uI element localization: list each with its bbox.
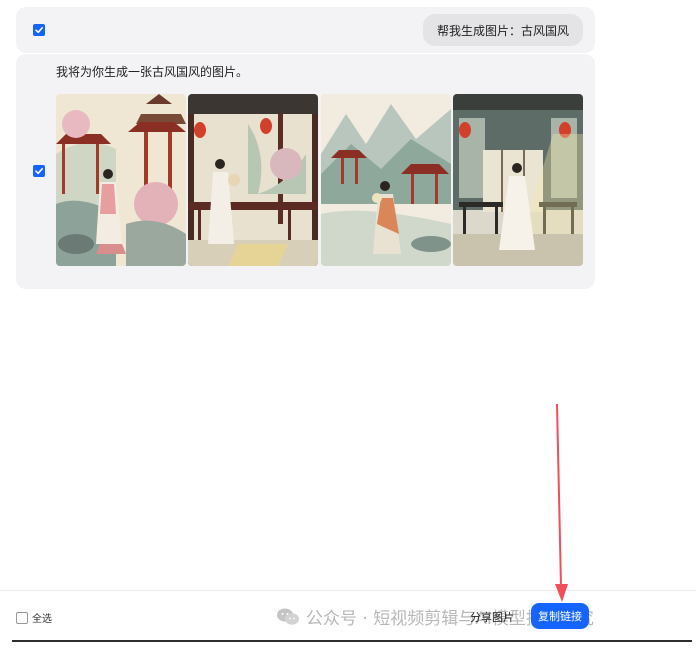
veranda-lantern-woman-fan-image (188, 94, 318, 266)
ancient-garden-pavilion-woman-image (56, 94, 186, 266)
assistant-message-row: 我将为你生成一张古风国风的图片。 (16, 54, 595, 289)
share-image-button[interactable]: 分享图片 (470, 609, 514, 625)
select-all-label: 全选 (32, 614, 52, 625)
select-user-message-checkbox[interactable] (33, 24, 45, 36)
select-assistant-message-checkbox[interactable] (33, 165, 45, 177)
wechat-icon (277, 608, 299, 625)
user-message-row: 帮我生成图片：古风国风 (16, 7, 595, 53)
assistant-message-text: 我将为你生成一张古风国风的图片。 (56, 65, 249, 79)
checkmark-icon (35, 168, 43, 175)
room-screen-woman-lantern-image (453, 94, 583, 266)
copy-link-button[interactable]: 复制链接 (531, 603, 589, 629)
select-all-checkbox[interactable] (16, 611, 28, 624)
user-prompt-bubble: 帮我生成图片：古风国风 (422, 14, 583, 46)
select-all-control[interactable]: 全选 (16, 610, 52, 625)
generated-image-1[interactable] (56, 94, 186, 266)
bottom-action-bar: 全选 公众号 · 短视频剪辑与AI模型技术研究 分享图片 复制链接 (0, 590, 696, 641)
mountain-pavilion-woman-image (321, 94, 451, 266)
checkmark-icon (35, 27, 43, 34)
generated-image-4[interactable] (453, 94, 583, 266)
bottom-divider (12, 640, 692, 642)
generated-image-2[interactable] (188, 94, 318, 266)
generated-image-3[interactable] (321, 94, 451, 266)
